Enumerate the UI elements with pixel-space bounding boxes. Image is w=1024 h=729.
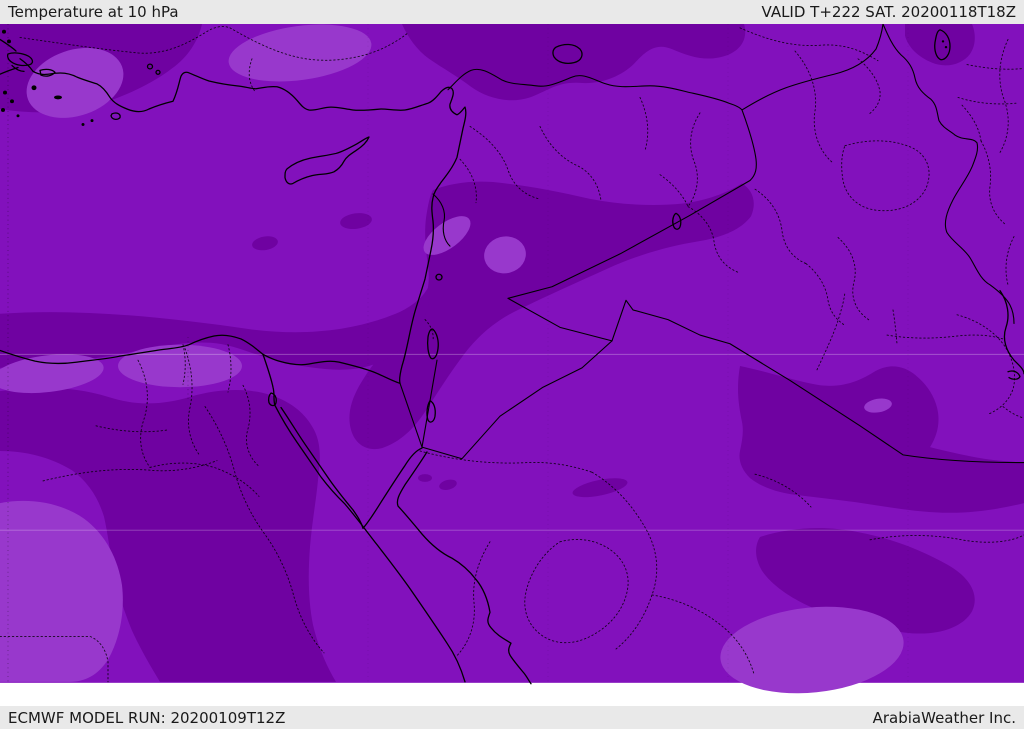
valid-time-label: VALID T+222 SAT. 20200118T18Z (761, 3, 1016, 21)
map-title: Temperature at 10 hPa (8, 3, 179, 21)
footer-bar: ECMWF MODEL RUN: 20200109T12Z ArabiaWeat… (0, 706, 1024, 729)
weather-map-viewer: Temperature at 10 hPa VALID T+222 SAT. 2… (0, 0, 1024, 729)
credit-label: ArabiaWeather Inc. (872, 708, 1016, 727)
weather-map (0, 24, 1024, 706)
temperature-map-canvas (0, 24, 1024, 694)
header-bar: Temperature at 10 hPa VALID T+222 SAT. 2… (0, 0, 1024, 24)
model-run-label: ECMWF MODEL RUN: 20200109T12Z (8, 708, 286, 727)
